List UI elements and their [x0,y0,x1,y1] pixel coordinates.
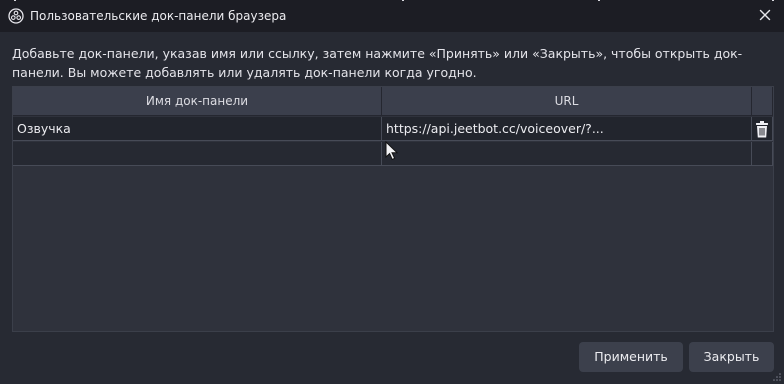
column-header-url[interactable]: URL [382,87,752,116]
column-header-actions [752,87,773,116]
new-dock-url-cell[interactable] [382,142,752,166]
docks-table: Имя док-панели URL Озвучка https://api.j… [12,86,774,332]
table-row: Озвучка https://api.jeetbot.cc/voiceover… [13,117,773,141]
new-dock-name-cell[interactable] [13,142,382,166]
instructions-text: Добавьте док-панели, указав имя или ссыл… [12,46,743,80]
window-title: Пользовательские док-панели браузера [30,9,287,23]
apply-button[interactable]: Применить [579,342,683,372]
actions-cell [752,142,773,166]
dock-url-cell[interactable]: https://api.jeetbot.cc/voiceover/?... [382,117,752,141]
top-edge-mark [772,0,774,1]
delete-dock-button[interactable] [753,120,771,139]
trash-icon [756,121,768,138]
obs-logo-icon [8,8,24,24]
close-window-button[interactable] [754,6,776,26]
close-button[interactable]: Закрыть [689,342,774,372]
close-icon [759,9,771,21]
top-edge-mark [14,0,16,1]
column-header-name[interactable]: Имя док-панели [13,87,382,116]
title-bar[interactable]: Пользовательские док-панели браузера [0,0,784,32]
browser-docks-dialog: Пользовательские док-панели браузера Доб… [0,0,784,384]
dock-name-cell[interactable]: Озвучка [13,117,382,141]
resize-grip-icon[interactable] [772,372,782,382]
top-edge-mark [402,0,404,1]
top-edge-mark [598,0,600,1]
mouse-cursor-icon [385,141,399,161]
